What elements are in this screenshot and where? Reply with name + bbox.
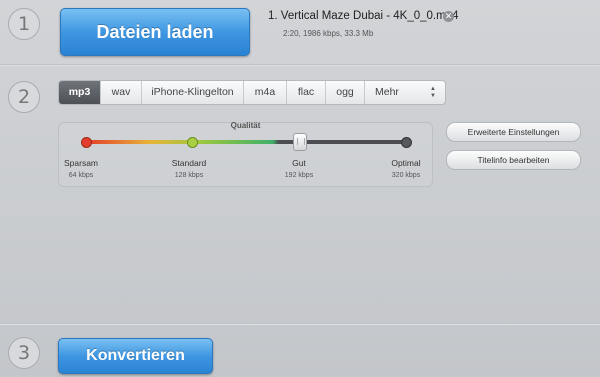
tab-ogg[interactable]: ogg — [326, 81, 365, 104]
file-info: 2:20, 1986 kbps, 33.3 Mb — [283, 29, 374, 38]
file-title: 1. Vertical Maze Dubai - 4K_0_0.mp4 — [268, 10, 459, 22]
tab-more-label: Mehr — [375, 86, 399, 98]
tab-more[interactable]: Mehr ▲ ▼ — [365, 81, 445, 104]
slider-stop-standard[interactable] — [187, 137, 198, 148]
edit-title-info-button[interactable]: Titelinfo bearbeiten — [446, 150, 581, 170]
slider-stop-optimal[interactable] — [401, 137, 412, 148]
close-circle-icon[interactable]: ✕ — [443, 11, 454, 22]
step-number-2: 2 — [8, 81, 40, 113]
step-number-1: 1 — [8, 8, 40, 40]
quality-slider-track[interactable] — [81, 137, 412, 148]
level-sparsam-bitrate: 64 kbps — [68, 172, 94, 179]
tab-flac[interactable]: flac — [287, 81, 326, 104]
level-standard-label: Standard — [171, 158, 207, 168]
quality-panel: Qualität Sparsam 64 kbps Standard 128 kb… — [58, 121, 433, 187]
convert-button[interactable]: Konvertieren — [58, 338, 213, 374]
level-gut-label: Gut — [292, 158, 306, 168]
step-3-section: 3 Konvertieren — [0, 325, 600, 377]
format-tabs: mp3 wav iPhone-Klingelton m4a flac ogg M… — [58, 80, 446, 105]
level-optimal-bitrate: 320 kbps — [391, 172, 421, 179]
level-optimal-label: Optimal — [391, 158, 421, 168]
slider-stop-sparsam[interactable] — [81, 137, 92, 148]
tab-mp3[interactable]: mp3 — [59, 81, 101, 104]
tab-wav[interactable]: wav — [101, 81, 142, 104]
level-gut-bitrate: 192 kbps — [284, 172, 314, 179]
step-number-3: 3 — [8, 337, 40, 369]
tab-iphone-ringtone[interactable]: iPhone-Klingelton — [142, 81, 244, 104]
up-down-arrows-icon: ▲ ▼ — [430, 86, 436, 99]
load-files-button[interactable]: Dateien laden — [60, 8, 250, 56]
step-2-section: 2 mp3 wav iPhone-Klingelton m4a flac ogg… — [0, 66, 600, 323]
level-sparsam-label: Sparsam — [63, 158, 98, 168]
level-standard-bitrate: 128 kbps — [174, 172, 204, 179]
tab-m4a[interactable]: m4a — [244, 81, 287, 104]
quality-slider-handle[interactable] — [293, 133, 308, 151]
step-1-section: 1 Dateien laden 1. Vertical Maze Dubai -… — [0, 0, 600, 64]
advanced-settings-button[interactable]: Erweiterte Einstellungen — [446, 122, 581, 142]
quality-label: Qualität — [230, 121, 261, 130]
